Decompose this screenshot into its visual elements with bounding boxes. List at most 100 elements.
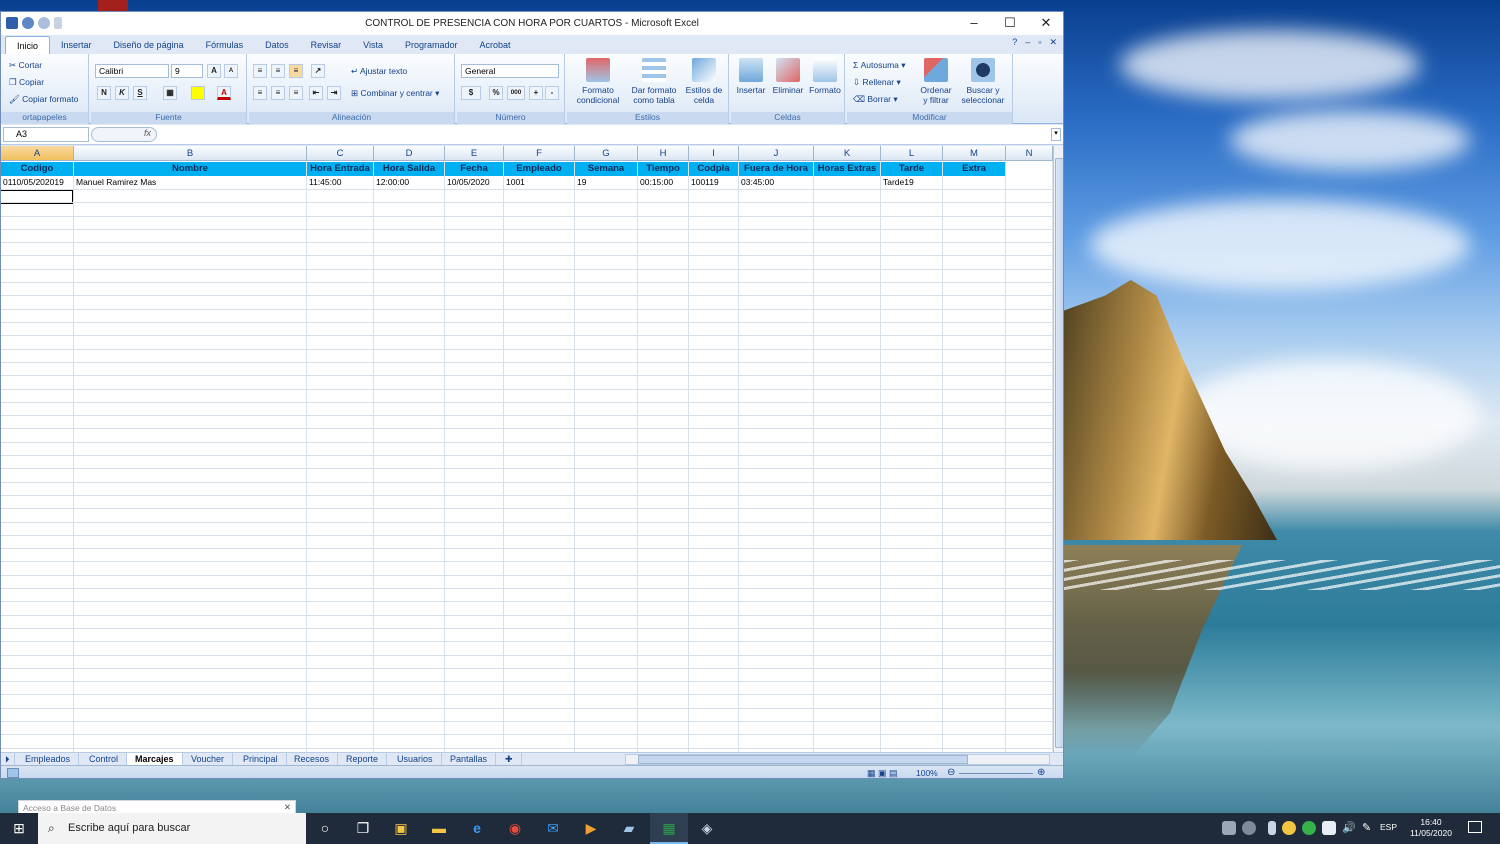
- macro-record-icon[interactable]: [7, 768, 19, 778]
- expand-formula-icon[interactable]: ▾: [1051, 128, 1061, 141]
- data-cell[interactable]: [943, 176, 1006, 189]
- column-header-e[interactable]: E: [445, 146, 504, 161]
- header-cell[interactable]: Horas Extras: [814, 162, 881, 176]
- align-top-icon[interactable]: ≡: [253, 64, 267, 78]
- name-box[interactable]: A3: [3, 127, 89, 142]
- column-header-i[interactable]: I: [689, 146, 739, 161]
- align-left-icon[interactable]: ≡: [253, 86, 267, 100]
- data-cell[interactable]: 10/05/2020: [445, 176, 504, 189]
- column-header-l[interactable]: L: [881, 146, 943, 161]
- data-cell[interactable]: 0110/05/202019: [1, 176, 74, 189]
- windows-start-icon[interactable]: ⊞: [0, 813, 38, 844]
- font-size-select[interactable]: 9: [171, 64, 203, 78]
- workbook-minimize-icon[interactable]: –: [1025, 37, 1030, 48]
- tab-revisar[interactable]: Revisar: [300, 36, 353, 54]
- italic-button[interactable]: K: [115, 86, 129, 100]
- copy-button[interactable]: ❐ Copiar: [9, 77, 44, 88]
- conditional-format-button[interactable]: Formato condicional: [569, 58, 627, 105]
- tab-insertar[interactable]: Insertar: [50, 36, 103, 54]
- percent-button[interactable]: %: [489, 86, 503, 100]
- insert-function-button[interactable]: fx: [91, 127, 157, 142]
- notes-app-icon[interactable]: ▣: [382, 813, 420, 844]
- excel-taskbar-icon[interactable]: ▦: [650, 813, 688, 844]
- font-color-icon[interactable]: A: [217, 86, 231, 100]
- find-select-button[interactable]: Buscar y seleccionar: [955, 58, 1011, 105]
- tab-programador[interactable]: Programador: [394, 36, 469, 54]
- cell-styles-button[interactable]: Estilos de celda: [681, 58, 727, 105]
- zoom-level[interactable]: 100%: [916, 768, 938, 778]
- clock[interactable]: 16:40 11/05/2020: [1406, 817, 1456, 839]
- sort-filter-button[interactable]: Ordenar y filtrar: [917, 58, 955, 105]
- tab-formulas[interactable]: Fórmulas: [195, 36, 255, 54]
- edge-icon[interactable]: e: [458, 813, 496, 844]
- data-cell[interactable]: 00:15:00: [638, 176, 689, 189]
- data-cell[interactable]: 12:00:00: [374, 176, 445, 189]
- tab-acrobat[interactable]: Acrobat: [469, 36, 522, 54]
- printer-icon[interactable]: [1222, 821, 1236, 835]
- header-cell[interactable]: Tiempo: [638, 162, 689, 176]
- notepad-icon[interactable]: ▰: [610, 813, 648, 844]
- align-middle-icon[interactable]: ≡: [271, 64, 285, 78]
- header-cell[interactable]: Semana: [575, 162, 638, 176]
- fill-button[interactable]: ⇩ Rellenar ▾: [853, 77, 901, 88]
- zoom-slider[interactable]: [959, 773, 1033, 774]
- header-cell[interactable]: Codpla: [689, 162, 739, 176]
- column-header-c[interactable]: C: [307, 146, 374, 161]
- column-header-h[interactable]: H: [638, 146, 689, 161]
- thousands-button[interactable]: 000: [507, 86, 525, 100]
- increase-indent-icon[interactable]: ⇥: [327, 86, 341, 100]
- currency-icon[interactable]: $: [461, 86, 481, 100]
- vertical-scroll-thumb[interactable]: [1055, 158, 1063, 748]
- format-cells-button[interactable]: Formato: [807, 58, 843, 95]
- format-painter-button[interactable]: 🖌 Copiar formato: [9, 94, 78, 105]
- header-cell[interactable]: Hora Entrada: [307, 162, 374, 176]
- notifications-icon[interactable]: [1468, 821, 1482, 833]
- number-format-select[interactable]: General: [461, 64, 559, 78]
- fill-color-icon[interactable]: [191, 86, 205, 100]
- header-cell[interactable]: Nombre: [74, 162, 307, 176]
- workbook-close-icon[interactable]: ✕: [1049, 37, 1057, 48]
- task-view-icon[interactable]: ❐: [344, 813, 382, 844]
- data-cell[interactable]: 1001: [504, 176, 575, 189]
- align-bottom-icon[interactable]: ≡: [289, 64, 303, 78]
- borders-icon[interactable]: ▦: [163, 86, 177, 100]
- workbook-restore-icon[interactable]: ▫: [1038, 37, 1041, 48]
- help-icon[interactable]: ?: [1012, 37, 1017, 48]
- clear-button[interactable]: ⌫ Borrar ▾: [853, 94, 898, 105]
- header-cell[interactable]: Empleado: [504, 162, 575, 176]
- header-cell[interactable]: Fecha: [445, 162, 504, 176]
- sync-icon[interactable]: [1242, 821, 1256, 835]
- decrease-decimal-icon[interactable]: -: [545, 86, 559, 100]
- column-header-g[interactable]: G: [575, 146, 638, 161]
- file-explorer-icon[interactable]: ▬: [420, 813, 458, 844]
- column-header-m[interactable]: M: [943, 146, 1006, 161]
- column-header-n[interactable]: N: [1006, 146, 1053, 161]
- insert-cells-button[interactable]: Insertar: [733, 58, 769, 95]
- data-cell[interactable]: Tarde19: [881, 176, 943, 189]
- column-header-a[interactable]: A: [1, 146, 74, 161]
- merge-center-button[interactable]: ⊞ Combinar y centrar ▾: [351, 88, 439, 99]
- tab-vista[interactable]: Vista: [352, 36, 394, 54]
- media-player-icon[interactable]: ▶: [572, 813, 610, 844]
- header-cell[interactable]: Tarde: [881, 162, 943, 176]
- wrap-text-button[interactable]: ↵ Ajustar texto: [351, 66, 407, 77]
- column-header-j[interactable]: J: [739, 146, 814, 161]
- grow-font-icon[interactable]: A: [207, 64, 221, 78]
- volume-icon[interactable]: 🔊: [1342, 821, 1356, 835]
- header-cell[interactable]: Fuera de Hora: [739, 162, 814, 176]
- mail-icon[interactable]: ✉: [534, 813, 572, 844]
- align-right-icon[interactable]: ≡: [289, 86, 303, 100]
- decrease-indent-icon[interactable]: ⇤: [309, 86, 323, 100]
- cut-button[interactable]: ✂ Cortar: [9, 60, 42, 71]
- cortana-icon[interactable]: ○: [306, 813, 344, 844]
- column-header-b[interactable]: B: [74, 146, 307, 161]
- antivirus-icon[interactable]: [1282, 821, 1296, 835]
- data-cell[interactable]: Manuel Ramirez Mas: [74, 176, 307, 189]
- security-icon[interactable]: [1322, 821, 1336, 835]
- maximize-button[interactable]: ☐: [993, 14, 1027, 32]
- formula-input[interactable]: [161, 127, 1049, 142]
- column-header-d[interactable]: D: [374, 146, 445, 161]
- usb-icon[interactable]: [1268, 821, 1276, 835]
- shrink-font-icon[interactable]: A: [224, 64, 238, 78]
- horizontal-scrollbar[interactable]: [625, 754, 1050, 765]
